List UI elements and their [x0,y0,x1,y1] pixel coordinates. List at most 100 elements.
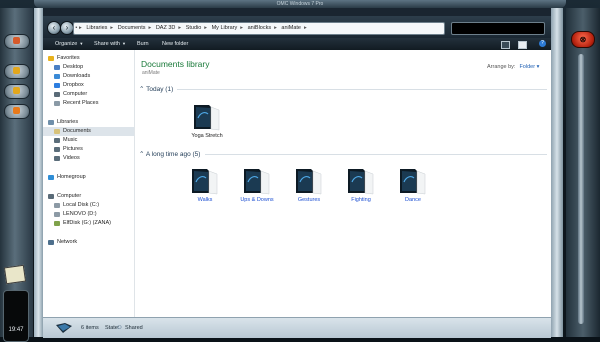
nav-homegroup-label: Homegroup [57,174,86,180]
view-options-icon[interactable] [501,41,510,49]
help-icon[interactable]: ? [539,40,546,47]
nav-item-documents[interactable]: Documents [43,127,134,136]
folder-icon [400,169,426,195]
collapse-icon: ⌃ [139,151,146,158]
nav-item-label: Recent Places [63,100,99,106]
nav-item-music[interactable]: Music [43,136,134,145]
share-with-button[interactable]: Share with ▼ [94,38,126,50]
downloads-icon [54,74,60,79]
chevron-right-icon: ▸ [110,25,114,31]
nav-network-label: Network [57,239,78,245]
nav-favorites[interactable]: Favorites [43,54,134,63]
nav-item-label: Videos [63,155,80,161]
folder-item[interactable]: Walks [183,166,227,206]
nav-item-recent-places[interactable]: Recent Places [43,99,134,108]
breadcrumb-item[interactable]: Documents [118,25,146,31]
nav-item-drive-c[interactable]: Local Disk (C:) [43,201,134,210]
arrange-by: Arrange by: Folder ▾ [487,64,539,70]
chevron-right-icon: ▸ [274,25,277,31]
breadcrumb-item[interactable]: Libraries [86,25,107,31]
star-icon [48,56,54,61]
breadcrumb-item[interactable]: aniMate [281,25,301,31]
folder-name: Walks [197,197,213,203]
nav-item-label: Downloads [63,73,91,79]
folder-name: Ups & Downs [240,197,274,203]
nav-item-videos[interactable]: Videos [43,154,134,163]
right-scroll-rail[interactable] [578,54,584,324]
nav-item-label: Music [63,137,78,143]
recent-places-icon [54,101,60,106]
nav-libraries[interactable]: Libraries [43,118,134,127]
nav-item-downloads[interactable]: Downloads [43,72,134,81]
chevron-right-icon: ▸ [204,25,208,31]
nav-item-drive-d[interactable]: LENOVO (D:) [43,210,134,219]
preview-pane-icon[interactable] [518,41,527,49]
item-count: 6 items [81,325,99,331]
nav-item-computer-fav[interactable]: Computer [43,90,134,99]
chevron-down-icon: ▼ [122,41,126,46]
navigation-bar: ‹ › ▪ ▸ Libraries ▸ Documents ▸ DAZ 3D ▸ St… [43,16,551,38]
explorer-window: ‹ › ▪ ▸ Libraries ▸ Documents ▸ DAZ 3D ▸ St… [43,8,551,338]
group-divider [177,89,547,90]
shared-icon: ⚇ [117,325,122,331]
folder-item[interactable]: Fighting [339,166,383,206]
new-folder-button[interactable]: New folder [162,38,188,50]
nav-item-drive-g[interactable]: ElfDisk (G:) (ZANA) [43,219,134,228]
app-icon [13,37,20,44]
navigation-pane: Favorites Desktop Downloads Dropbox Comp… [43,50,135,317]
folder-icon: ▪ ▸ [74,25,82,31]
dropbox-icon [54,83,60,88]
search-input[interactable] [451,22,545,35]
left-frame-strip [34,8,43,337]
arrange-by-dropdown[interactable]: Folder ▾ [519,64,539,70]
dock-button-4[interactable] [4,104,30,119]
nav-item-label: Pictures [63,146,83,152]
nav-item-dropbox[interactable]: Dropbox [43,81,134,90]
pictures-icon [54,147,60,152]
app-icon [13,67,20,74]
dock-button-1[interactable] [4,34,30,49]
breadcrumb-item[interactable]: Studio [186,25,202,31]
nav-item-label: Local Disk (C:) [63,202,100,208]
arrange-by-value: Folder [519,64,536,70]
breadcrumb-item[interactable]: DAZ 3D [156,25,176,31]
notepad-icon[interactable] [3,264,27,285]
nav-network[interactable]: Network [43,238,134,247]
breadcrumb-item[interactable]: My Library [212,25,238,31]
address-bar[interactable]: ▪ ▸ Libraries ▸ Documents ▸ DAZ 3D ▸ Studio… [73,22,445,35]
nav-item-label: Desktop [63,64,84,70]
dock-button-3[interactable] [4,84,30,99]
folder-name: Fighting [351,197,371,203]
group-header-long-ago[interactable]: ⌃ A long time ago (5) [139,150,200,158]
nav-item-desktop[interactable]: Desktop [43,63,134,72]
folder-icon [194,105,220,131]
clock: 19:47 [3,290,29,342]
share-with-label: Share with [94,41,120,47]
organize-button[interactable]: Organize ▼ [55,38,83,50]
nav-item-pictures[interactable]: Pictures [43,145,134,154]
nav-computer[interactable]: Computer [43,192,134,201]
clock-time: 19:47 [8,327,24,333]
computer-icon [54,92,60,97]
forward-button[interactable]: › [60,21,74,35]
command-toolbar: Organize ▼ Share with ▼ Burn New folder ? [43,38,551,50]
burn-button[interactable]: Burn [137,38,149,50]
folder-item[interactable]: Gestures [287,166,331,206]
library-title: Documents library [141,59,210,69]
content-pane: Documents library aniMate Arrange by: Fol… [135,50,551,317]
dock-button-2[interactable] [4,64,30,79]
back-button[interactable]: ‹ [47,21,61,35]
folder-item[interactable]: Dance [391,166,435,206]
folder-item[interactable]: Yoga Stretch [185,102,229,142]
folder-icon [296,169,322,195]
drive-icon [54,203,60,208]
right-frame-strip [551,8,563,337]
chevron-right-icon: ▸ [178,25,182,31]
folder-item[interactable]: Ups & Downs [235,166,279,206]
group-header-today[interactable]: ⌃ Today (1) [139,85,173,93]
app-icon [13,87,20,94]
nav-homegroup[interactable]: Homegroup [43,173,134,182]
close-button[interactable]: ⊗ [571,31,595,48]
nav-libraries-label: Libraries [57,119,79,125]
breadcrumb-item[interactable]: aniBlocks [248,25,272,31]
